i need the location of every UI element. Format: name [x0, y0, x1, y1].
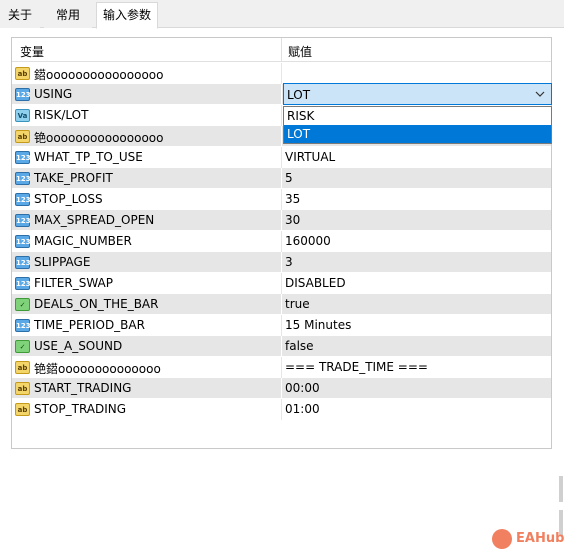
grid-header: 变量 赋值 [12, 38, 551, 62]
dropdown-option-lot[interactable]: LOT [284, 125, 551, 143]
parameter-name: 铯鍣oooooooooooooo [34, 362, 161, 376]
cell-divider [281, 189, 282, 210]
cell-divider [281, 63, 282, 84]
integer-type-icon: 123 [15, 214, 31, 227]
parameter-row[interactable]: ✓ USE_A_SOUND false [12, 336, 551, 357]
parameter-name: START_TRADING [34, 381, 132, 395]
using-dropdown-list: RISK LOT [283, 106, 552, 144]
parameter-row[interactable]: 123 MAX_SPREAD_OPEN 30 [12, 210, 551, 231]
integer-type-icon: 123 [15, 256, 31, 269]
parameter-row[interactable]: ab START_TRADING 00:00 [12, 378, 551, 399]
parameter-name: FILTER_SWAP [34, 276, 113, 290]
string-type-icon: ab [15, 67, 30, 80]
integer-type-icon: 123 [15, 235, 31, 248]
parameter-name: STOP_TRADING [34, 402, 127, 416]
dropdown-option-risk[interactable]: RISK [284, 107, 551, 125]
bool-type-icon: ✓ [15, 340, 30, 353]
cell-divider [281, 84, 282, 105]
parameter-value[interactable]: === TRADE_TIME === [285, 360, 428, 374]
parameter-name: MAGIC_NUMBER [34, 234, 132, 248]
parameter-name: 鍣oooooooooooooooo [34, 68, 164, 82]
parameter-name: 铯oooooooooooooooo [34, 131, 164, 145]
cell-divider [281, 147, 282, 168]
cell-divider [281, 105, 282, 126]
parameter-row[interactable]: 123 TAKE_PROFIT 5 [12, 168, 551, 189]
integer-type-icon: 123 [15, 319, 31, 332]
parameter-name: TIME_PERIOD_BAR [34, 318, 145, 332]
parameter-name: WHAT_TP_TO_USE [34, 150, 143, 164]
bool-type-icon: ✓ [15, 298, 30, 311]
using-dropdown[interactable]: LOT [283, 83, 552, 105]
integer-type-icon: 123 [15, 277, 31, 290]
parameter-name: STOP_LOSS [34, 192, 103, 206]
parameter-value[interactable]: 3 [285, 255, 293, 269]
parameter-row[interactable]: 123 MAGIC_NUMBER 160000 [12, 231, 551, 252]
cell-divider [281, 378, 282, 399]
parameter-name: TAKE_PROFIT [34, 171, 113, 185]
cell-divider [281, 126, 282, 147]
parameter-value[interactable]: true [285, 297, 310, 311]
cell-divider [281, 210, 282, 231]
watermark: EAHub [492, 527, 564, 551]
parameter-value[interactable]: VIRTUAL [285, 150, 335, 164]
cell-divider [281, 252, 282, 273]
string-type-icon: ab [15, 130, 30, 143]
parameter-row[interactable]: ab 铯鍣oooooooooooooo === TRADE_TIME === [12, 357, 551, 378]
tab-about[interactable]: 关于 [0, 3, 40, 28]
string-type-icon: ab [15, 361, 30, 374]
cell-divider [281, 336, 282, 357]
parameter-row[interactable]: 123 TIME_PERIOD_BAR 15 Minutes [12, 315, 551, 336]
scrollbar-segment[interactable] [559, 476, 563, 502]
parameter-value[interactable]: 30 [285, 213, 300, 227]
cell-divider [281, 399, 282, 420]
parameter-value[interactable]: 5 [285, 171, 293, 185]
parameter-row[interactable]: 123 SLIPPAGE 3 [12, 252, 551, 273]
parameter-name: USING [34, 87, 73, 101]
string-type-icon: ab [15, 403, 30, 416]
column-header-value[interactable]: 赋值 [288, 43, 312, 60]
parameter-value[interactable]: 01:00 [285, 402, 320, 416]
chevron-down-icon[interactable] [533, 87, 547, 101]
parameter-value[interactable]: 35 [285, 192, 300, 206]
tab-inputs[interactable]: 输入参数 [96, 2, 158, 29]
integer-type-icon: 123 [15, 88, 31, 101]
tab-bar: 关于 常用 输入参数 [0, 0, 564, 29]
integer-type-icon: 123 [15, 193, 31, 206]
integer-type-icon: 123 [15, 151, 31, 164]
watermark-text: EAHub [516, 531, 564, 546]
enum-type-icon: Va [15, 109, 30, 122]
parameter-row[interactable]: 123 FILTER_SWAP DISABLED [12, 273, 551, 294]
cell-divider [281, 357, 282, 378]
parameter-name: USE_A_SOUND [34, 339, 123, 353]
column-header-variable[interactable]: 变量 [20, 43, 44, 60]
parameter-value[interactable]: 15 Minutes [285, 318, 351, 332]
cell-divider [281, 168, 282, 189]
parameter-name: RISK/LOT [34, 108, 89, 122]
cell-divider [281, 315, 282, 336]
parameter-value[interactable]: DISABLED [285, 276, 346, 290]
parameter-row[interactable]: 123 STOP_LOSS 35 [12, 189, 551, 210]
parameter-row[interactable]: ab 鍣oooooooooooooooo [12, 63, 551, 84]
eahub-logo-icon [492, 529, 512, 549]
parameter-name: SLIPPAGE [34, 255, 91, 269]
parameter-name: MAX_SPREAD_OPEN [34, 213, 155, 227]
tab-common[interactable]: 常用 [44, 3, 92, 28]
parameter-name: DEALS_ON_THE_BAR [34, 297, 159, 311]
cell-divider [281, 294, 282, 315]
using-dropdown-value: LOT [287, 88, 311, 102]
cell-divider [281, 231, 282, 252]
parameter-value[interactable]: 160000 [285, 234, 331, 248]
parameter-row[interactable]: 123 WHAT_TP_TO_USE VIRTUAL [12, 147, 551, 168]
parameter-row[interactable]: ab STOP_TRADING 01:00 [12, 399, 551, 420]
parameter-row[interactable]: ✓ DEALS_ON_THE_BAR true [12, 294, 551, 315]
string-type-icon: ab [15, 382, 30, 395]
parameter-value[interactable]: 00:00 [285, 381, 320, 395]
column-divider[interactable] [281, 38, 282, 62]
integer-type-icon: 123 [15, 172, 31, 185]
parameter-value[interactable]: false [285, 339, 314, 353]
cell-divider [281, 273, 282, 294]
